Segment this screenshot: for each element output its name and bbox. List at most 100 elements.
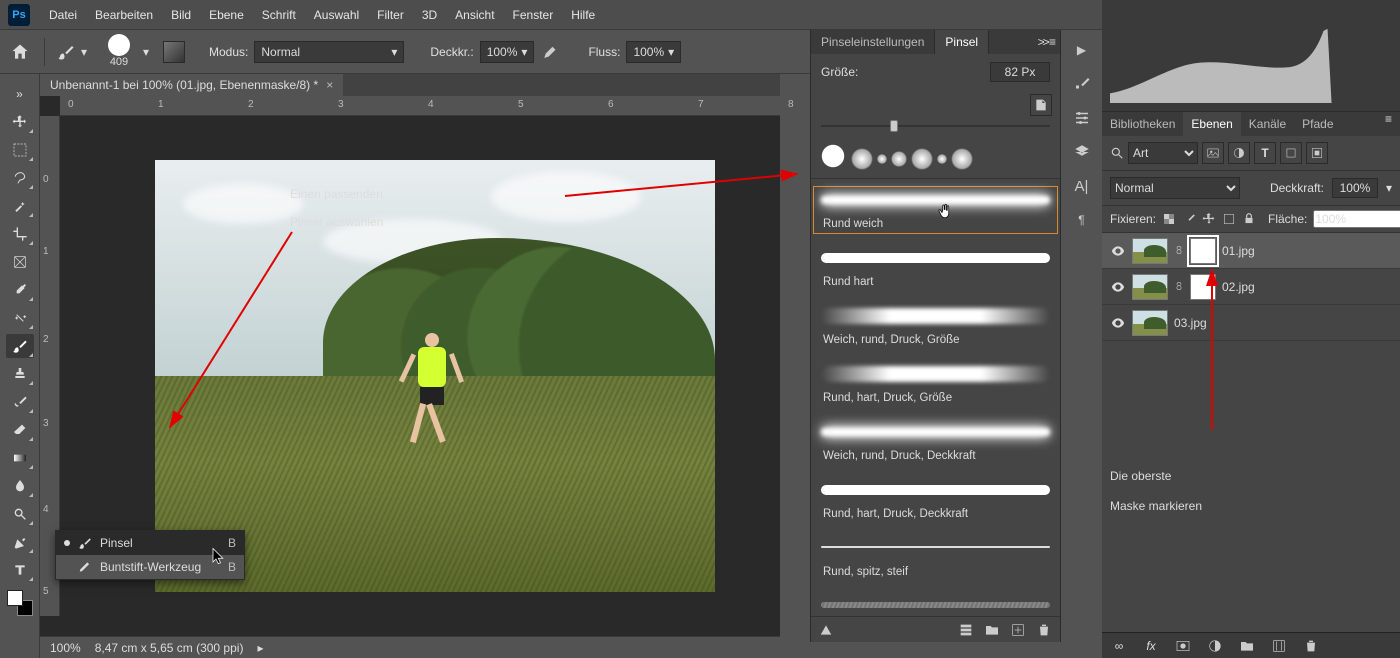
layer-row[interactable]: 𝟾 02.jpg [1102,269,1400,305]
visibility-icon[interactable] [1110,279,1126,295]
status-arrow-icon[interactable]: ▸ [257,641,263,655]
gradient-tool[interactable] [6,446,34,470]
layer-thumbnail[interactable] [1132,274,1168,300]
preset-manager-icon[interactable] [958,622,974,638]
menu-ebene[interactable]: Ebene [200,8,253,22]
layer-fx-icon[interactable]: fx [1142,637,1160,655]
brush-size-slider[interactable] [821,120,1050,132]
healing-tool[interactable] [6,306,34,330]
opacity-pressure-icon[interactable] [540,41,562,63]
filter-type-icon[interactable]: T [1254,142,1276,164]
brush-tip[interactable] [911,148,933,170]
brush-row[interactable]: Weich, rund, Druck, Größe [811,300,1060,352]
opacity-input[interactable] [1332,178,1378,198]
wand-tool[interactable] [6,194,34,218]
trash-icon[interactable] [1036,622,1052,638]
marquee-tool[interactable] [6,138,34,162]
new-folder-icon[interactable] [984,622,1000,638]
blend-mode-select[interactable]: Normal [1110,177,1240,199]
menu-3d[interactable]: 3D [413,8,446,22]
filter-image-icon[interactable] [1202,142,1224,164]
menu-datei[interactable]: Datei [40,8,86,22]
layers-icon[interactable] [1072,142,1092,162]
menu-bild[interactable]: Bild [162,8,200,22]
layer-filter-select[interactable]: Art [1128,142,1198,164]
pen-tool[interactable] [6,530,34,554]
menu-auswahl[interactable]: Auswahl [305,8,368,22]
menu-ansicht[interactable]: Ansicht [446,8,503,22]
frame-tool[interactable] [6,250,34,274]
brush-row[interactable]: Rund hart [811,242,1060,294]
expand-panel-icon[interactable]: >> ≡ [1032,35,1060,49]
lasso-tool[interactable] [6,166,34,190]
layer-thumbnail[interactable] [1132,310,1168,336]
brush-tip[interactable] [819,142,847,170]
history-brush-tool[interactable] [6,390,34,414]
lock-paint-icon[interactable] [1182,210,1196,228]
tab-ebenen[interactable]: Ebenen [1183,112,1240,136]
brush-list[interactable]: Rund weich Rund hart Weich, rund, Druck,… [811,178,1060,616]
brush-tip[interactable] [951,148,973,170]
add-mask-icon[interactable] [1174,637,1192,655]
layer-name[interactable]: 01.jpg [1222,244,1392,258]
brush-tip[interactable] [937,154,947,164]
tab-pfade[interactable]: Pfade [1294,112,1341,136]
layer-row[interactable]: 03.jpg [1102,305,1400,341]
tab-pinsel[interactable]: Pinsel [935,30,989,54]
document-tab[interactable]: Unbenannt-1 bei 100% (01.jpg, Ebenenmask… [40,74,343,96]
color-swatch[interactable] [7,590,33,616]
trash-icon[interactable] [1302,637,1320,655]
new-layer-icon[interactable] [1270,637,1288,655]
visibility-icon[interactable] [1110,243,1126,259]
home-icon[interactable] [8,40,32,64]
lock-all-icon[interactable] [1242,210,1256,228]
menu-filter[interactable]: Filter [368,8,413,22]
brush-row[interactable]: Rund, stumpf, mittlere Steifheit [811,590,1060,616]
brush-tip[interactable] [851,148,873,170]
brush-tool[interactable] [6,334,34,358]
filter-smart-icon[interactable] [1306,142,1328,164]
menu-bearbeiten[interactable]: Bearbeiten [86,8,162,22]
mask-link-icon[interactable]: 𝟾 [1174,243,1184,258]
visibility-icon[interactable] [1110,315,1126,331]
brush-preview[interactable]: 409 [101,34,137,70]
new-group-icon[interactable] [1238,637,1256,655]
crop-tool[interactable] [6,222,34,246]
mask-link-icon[interactable]: 𝟾 [1174,279,1184,294]
layer-name[interactable]: 02.jpg [1222,280,1392,294]
adjustment-layer-icon[interactable] [1206,637,1224,655]
eyedropper-tool[interactable] [6,278,34,302]
blur-tool[interactable] [6,474,34,498]
adjustments-icon[interactable] [1072,108,1092,128]
close-tab-icon[interactable]: × [326,78,333,92]
mode-select[interactable]: Normal ▾ [254,41,404,63]
tab-pinseleinstellungen[interactable]: Pinseleinstellungen [811,30,935,54]
char-panel-icon[interactable]: A| [1072,176,1092,196]
menu-schrift[interactable]: Schrift [253,8,305,22]
brush-size-input[interactable] [990,62,1050,82]
tool-preset-icon[interactable] [57,43,75,61]
expand-toolbar-icon[interactable]: » [6,82,34,106]
status-zoom[interactable]: 100% [50,641,81,655]
new-brush-icon[interactable] [1010,622,1026,638]
eraser-tool[interactable] [6,418,34,442]
menu-fenster[interactable]: Fenster [504,8,563,22]
brush-row[interactable]: Rund, hart, Druck, Größe [811,358,1060,410]
move-tool[interactable] [6,110,34,134]
brush-row[interactable]: Weich, rund, Druck, Deckkraft [811,416,1060,468]
stamp-tool[interactable] [6,362,34,386]
layer-mask-thumbnail[interactable] [1190,238,1216,264]
filter-adjust-icon[interactable] [1228,142,1250,164]
lock-pixels-icon[interactable] [1162,210,1176,228]
layer-row[interactable]: 𝟾 01.jpg [1102,233,1400,269]
brush-panel-toggle[interactable] [163,41,185,63]
type-tool[interactable] [6,558,34,582]
menu-hilfe[interactable]: Hilfe [562,8,604,22]
paragraph-icon[interactable]: ¶ [1072,210,1092,230]
link-layers-icon[interactable]: ∞ [1110,637,1128,655]
play-icon[interactable]: ▶ [1072,40,1092,60]
tab-bibliotheken[interactable]: Bibliotheken [1102,112,1183,136]
live-tip-toggle[interactable] [1030,94,1052,116]
flow-field[interactable]: 100%▾ [626,41,681,63]
lock-artboard-icon[interactable] [1222,210,1236,228]
